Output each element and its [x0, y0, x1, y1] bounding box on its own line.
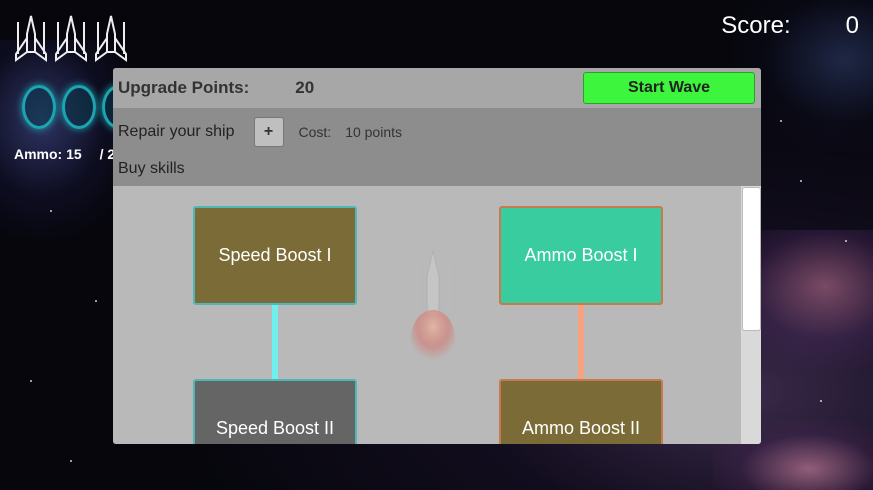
upgrade-header: Upgrade Points: 20 Start Wave: [113, 68, 761, 108]
cost-value: 10 points: [345, 124, 403, 140]
star: [780, 120, 782, 122]
shield-icon: [22, 85, 56, 129]
start-wave-button[interactable]: Start Wave: [583, 72, 755, 104]
star: [820, 400, 822, 402]
skill-tree: Speed Boost I Speed Boost II Ammo Boost …: [113, 186, 741, 444]
skill-tree-scrollbar[interactable]: [741, 186, 761, 444]
ship-sprite: [411, 250, 455, 366]
skill-ammo-boost-1[interactable]: Ammo Boost I: [499, 206, 663, 305]
ammo-label: Ammo:: [14, 146, 63, 162]
upgrade-points-value: 20: [295, 78, 315, 97]
cost-label: Cost:: [298, 124, 332, 140]
skill-speed-boost-1[interactable]: Speed Boost I: [193, 206, 357, 305]
ship-life-icon: [55, 15, 87, 62]
star: [845, 240, 847, 242]
repair-label: Repair your ship: [118, 123, 235, 140]
ammo-current: 15: [66, 146, 82, 162]
star: [70, 460, 72, 462]
repair-plus-button[interactable]: +: [253, 117, 284, 147]
ammo-branch-connector: [578, 305, 584, 379]
repair-section: Repair your ship + Cost: 10 points Buy s…: [113, 108, 761, 186]
ammo-counter: Ammo: 15 / 20: [14, 146, 123, 162]
repair-row: Repair your ship + Cost: 10 points: [118, 117, 402, 147]
star: [800, 180, 802, 182]
buy-skills-label: Buy skills: [118, 160, 185, 177]
skill-speed-boost-2[interactable]: Speed Boost II: [193, 379, 357, 444]
speed-branch-connector: [272, 305, 278, 379]
upgrade-panel: Upgrade Points: 20 Start Wave Repair you…: [113, 68, 761, 444]
upgrade-points-label: Upgrade Points:: [118, 78, 250, 97]
star: [95, 300, 97, 302]
star: [30, 380, 32, 382]
shield-icon: [62, 85, 96, 129]
star: [50, 210, 52, 212]
ship-life-icon: [15, 15, 47, 62]
score-label: Score:: [721, 12, 791, 39]
score-value: 0: [845, 12, 859, 39]
skill-ammo-boost-2[interactable]: Ammo Boost II: [499, 379, 663, 444]
ship-life-icon: [95, 15, 127, 62]
score-display: Score: 0: [721, 12, 859, 40]
scrollbar-thumb[interactable]: [742, 187, 761, 331]
lives-indicator: [12, 14, 130, 62]
